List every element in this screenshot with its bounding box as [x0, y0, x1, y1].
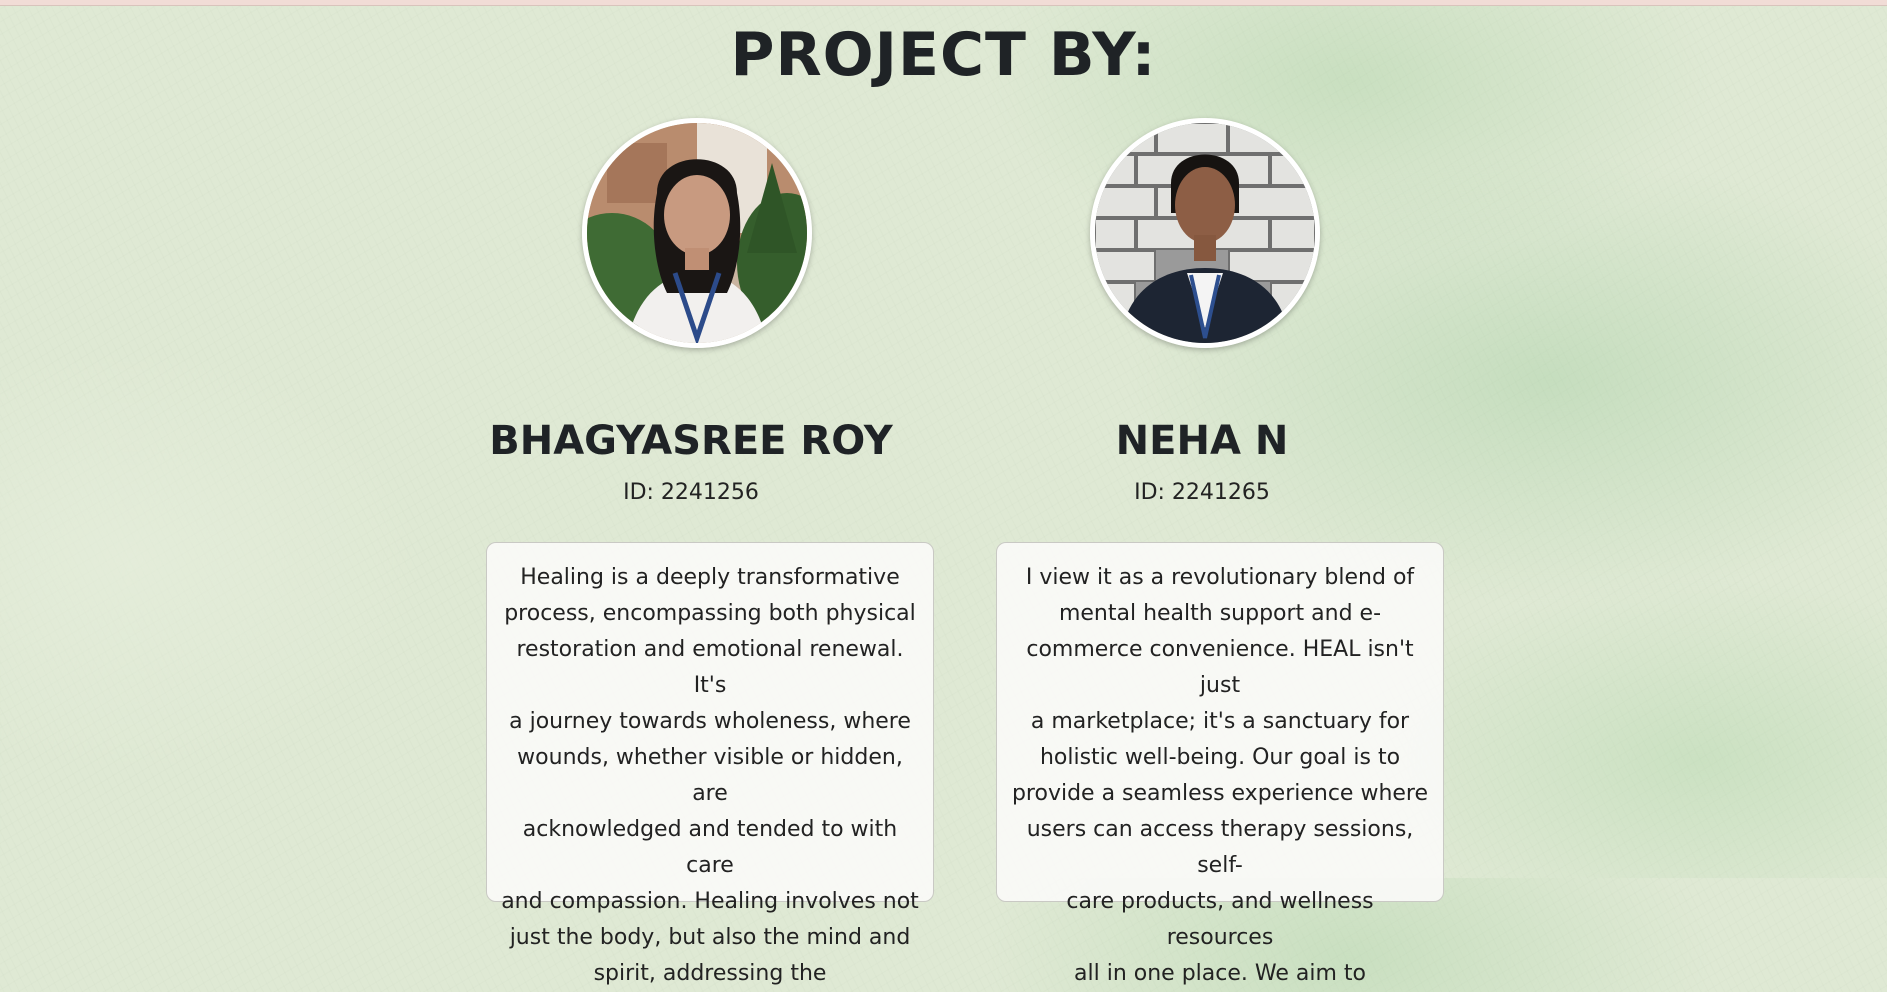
bio-line: commerce convenience. HEAL isn't just: [1026, 637, 1414, 698]
bio-line: provide a seamless experience where: [1011, 781, 1429, 806]
bio-line: mental health support and e-: [1058, 601, 1382, 626]
bio-line: process, encompassing both physical: [504, 601, 916, 626]
bio-line: and compassion. Healing involves not: [501, 889, 919, 914]
bio-line: care products, and wellness resources: [1066, 889, 1374, 950]
bio-line: restoration and emotional renewal. It's: [516, 637, 904, 698]
bio-line: just the body, but also the mind and: [509, 925, 911, 950]
member-id: ID: 2241265: [1134, 480, 1270, 505]
bio-line: all in one place. We aim to: [1074, 961, 1366, 986]
bio-line: I view it as a revolutionary blend of: [1025, 565, 1415, 590]
bio-line: a marketplace; it's a sanctuary for: [1030, 709, 1410, 734]
bio-line: users can access therapy sessions, self-: [1026, 817, 1414, 878]
member-name: BHAGYASREE ROY: [489, 418, 893, 464]
bio-line: spirit, addressing the: [593, 961, 827, 986]
bio-line: wounds, whether visible or hidden, are: [517, 745, 903, 806]
page-title: PROJECT BY:: [730, 20, 1157, 90]
avatar-neha: [1090, 118, 1320, 348]
bio-line: holistic well-being. Our goal is to: [1039, 745, 1401, 770]
bio-line: Healing is a deeply transformative: [520, 565, 900, 590]
member-bio-card: Healing is a deeply transformative proce…: [486, 542, 934, 986]
bio-line: a journey towards wholeness, where: [509, 709, 911, 734]
bio-line: acknowledged and tended to with care: [522, 817, 898, 878]
member-bio-card: I view it as a revolutionary blend of me…: [996, 542, 1444, 986]
portrait-photo-2: [1095, 123, 1315, 343]
member-id: ID: 2241256: [623, 480, 759, 505]
avatar-bhagyasree: [582, 118, 812, 348]
browser-top-strip: [0, 0, 1887, 6]
member-name: NEHA N: [1115, 418, 1289, 464]
portrait-photo-1: [587, 123, 807, 343]
